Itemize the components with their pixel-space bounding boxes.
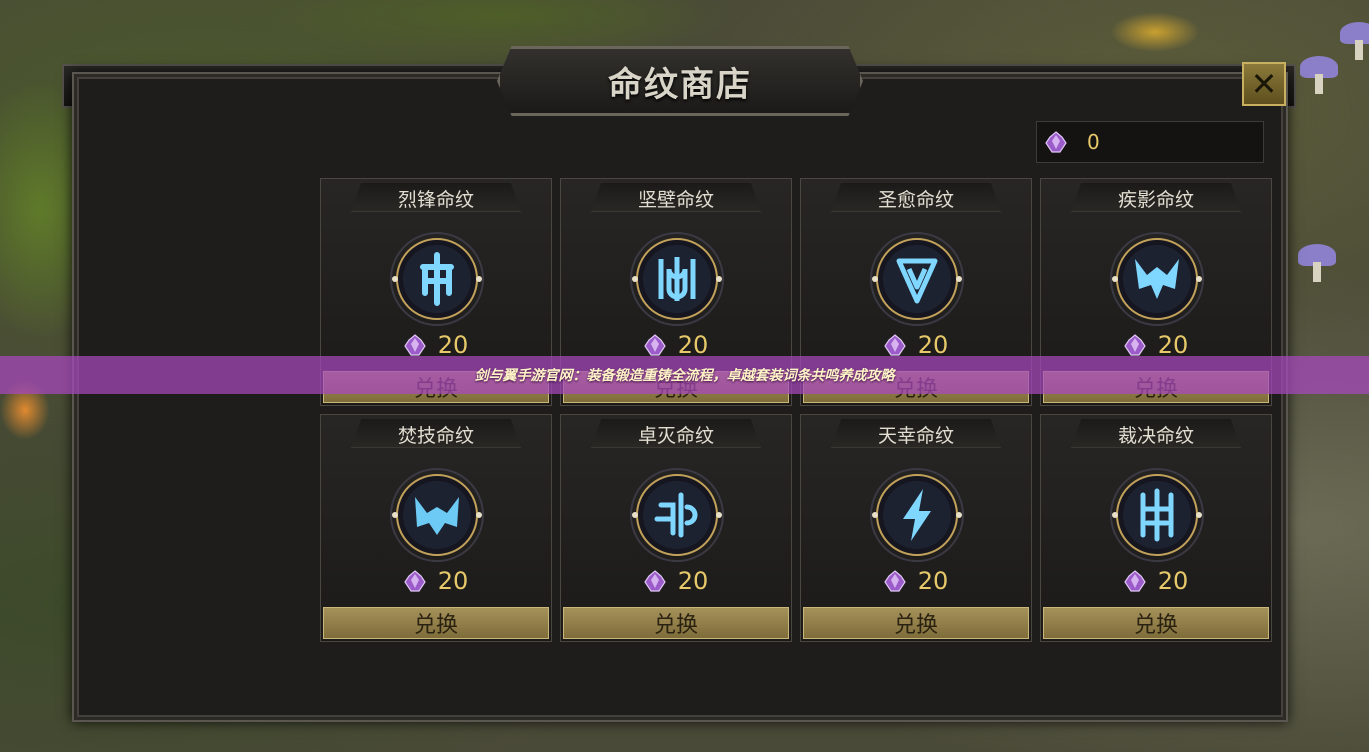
- rune-price: 20: [917, 331, 949, 359]
- rune-card: 卓灭命纹 20 兑换: [560, 414, 792, 642]
- price-row: 20: [321, 331, 551, 359]
- exchange-button[interactable]: 兑换: [1043, 607, 1269, 639]
- rune-name: 裁决命纹: [1117, 425, 1194, 447]
- jian-bi-rune-icon: [627, 229, 727, 329]
- currency-value: 0: [1087, 130, 1100, 154]
- rune-name: 卓灭命纹: [637, 425, 714, 447]
- bg-mushroom: [1298, 244, 1336, 282]
- close-button[interactable]: ✕: [1242, 62, 1286, 106]
- purple-crystal-icon: [643, 334, 666, 356]
- price-row: 20: [801, 331, 1031, 359]
- rune-price: 20: [917, 567, 949, 595]
- rune-name: 坚壁命纹: [637, 189, 714, 211]
- purple-crystal-icon: [643, 570, 666, 592]
- price-row: 20: [561, 331, 791, 359]
- lie-feng-rune-icon: [387, 229, 487, 329]
- sheng-yu-rune-icon: [867, 229, 967, 329]
- exchange-button[interactable]: 兑换: [803, 607, 1029, 639]
- purple-crystal-icon: [883, 570, 906, 592]
- title-plate: 命纹商店: [497, 46, 863, 116]
- rune-name: 天幸命纹: [877, 425, 954, 447]
- purple-crystal-icon: [1123, 570, 1146, 592]
- rune-price: 20: [1157, 331, 1189, 359]
- rune-name: 焚技命纹: [397, 425, 474, 447]
- bg-mushroom: [1340, 22, 1369, 60]
- tian-xing-rune-icon: [867, 465, 967, 565]
- rune-name: 烈锋命纹: [397, 189, 474, 211]
- bg-flower-patch: [1110, 12, 1200, 52]
- purple-crystal-icon: [1045, 131, 1067, 153]
- purple-crystal-icon: [403, 570, 426, 592]
- exchange-button[interactable]: 兑换: [563, 607, 789, 639]
- zhuo-mie-rune-icon: [627, 465, 727, 565]
- promo-banner: 剑与翼手游官网：装备锻造重铸全流程，卓越套装词条共鸣养成攻略: [0, 356, 1369, 394]
- price-row: 20: [561, 567, 791, 595]
- purple-crystal-icon: [883, 334, 906, 356]
- price-row: 20: [321, 567, 551, 595]
- banner-text: 剑与翼手游官网：装备锻造重铸全流程，卓越套装词条共鸣养成攻略: [474, 368, 895, 384]
- close-icon: ✕: [1250, 65, 1278, 103]
- rune-name: 圣愈命纹: [877, 189, 954, 211]
- cai-jue-rune-icon: [1107, 465, 1207, 565]
- exchange-button[interactable]: 兑换: [323, 607, 549, 639]
- rune-card: 裁决命纹 20 兑换: [1040, 414, 1272, 642]
- rune-card: 焚技命纹 20 兑换: [320, 414, 552, 642]
- purple-crystal-icon: [403, 334, 426, 356]
- rune-name: 疾影命纹: [1117, 189, 1194, 211]
- purple-crystal-icon: [1123, 334, 1146, 356]
- rune-price: 20: [1157, 567, 1189, 595]
- fen-ji-rune-icon: [387, 465, 487, 565]
- rune-price: 20: [437, 567, 469, 595]
- currency-display: 0: [1036, 121, 1264, 163]
- rune-grid: 烈锋命纹20兑换坚壁命纹20兑换圣愈命纹20兑换疾影命纹20兑换焚技命纹20兑换…: [320, 178, 1274, 646]
- price-row: 20: [1041, 567, 1271, 595]
- rune-price: 20: [437, 331, 469, 359]
- page-title: 命纹商店: [608, 64, 752, 105]
- rune-price: 20: [677, 567, 709, 595]
- price-row: 20: [801, 567, 1031, 595]
- bg-mushroom: [1300, 56, 1338, 94]
- price-row: 20: [1041, 331, 1271, 359]
- ji-ying-rune-icon: [1107, 229, 1207, 329]
- rune-card: 天幸命纹 20 兑换: [800, 414, 1032, 642]
- rune-price: 20: [677, 331, 709, 359]
